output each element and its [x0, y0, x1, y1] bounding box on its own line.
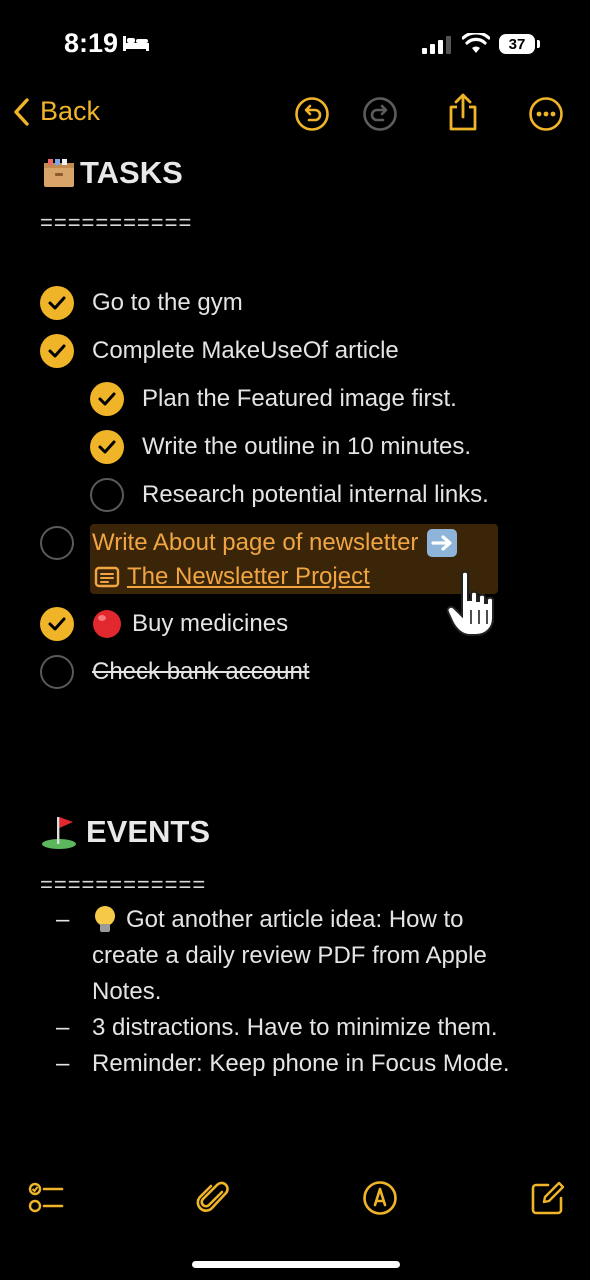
markup-pen-icon[interactable] [362, 1180, 398, 1216]
checklist-subitem[interactable]: Research potential internal links. [90, 478, 489, 512]
list-item-text: Reminder: Keep phone in Focus Mode. [92, 1050, 510, 1077]
unchecked-circle-icon[interactable] [90, 478, 124, 512]
checklist-item-label[interactable]: Plan the Featured image first. [142, 382, 457, 416]
checklist-icon[interactable] [28, 1180, 64, 1216]
tasks-heading-text: TASKS [80, 155, 183, 190]
checklist-item[interactable]: Complete MakeUseOf article [40, 334, 399, 368]
tasks-divider: =========== [40, 210, 193, 235]
note-link[interactable]: The Newsletter Project [127, 560, 370, 594]
checklist-item-linked[interactable]: Write About page of newsletter The Newsl… [40, 526, 458, 594]
events-heading: EVENTS [40, 814, 210, 850]
undo-icon[interactable] [294, 96, 330, 132]
battery-indicator: 37 [499, 34, 535, 54]
events-heading-text: EVENTS [86, 814, 211, 849]
checklist-item[interactable]: Buy medicines [40, 607, 288, 641]
checked-circle-icon[interactable] [40, 607, 74, 641]
checklist-item[interactable]: Check bank account [40, 655, 309, 689]
checklist-item-label[interactable]: Buy medicines [132, 607, 288, 641]
hand-pointer-cursor-icon [446, 570, 494, 636]
wifi-icon [462, 33, 490, 53]
unchecked-circle-icon[interactable] [40, 655, 74, 689]
light-bulb-emoji-icon [95, 906, 115, 932]
checklist-subitem[interactable]: Write the outline in 10 minutes. [90, 430, 471, 464]
compose-note-icon[interactable] [530, 1180, 566, 1216]
chevron-left-icon [14, 97, 29, 126]
list-item-text: Got another article idea: How to [126, 906, 464, 933]
redo-icon[interactable] [362, 96, 398, 132]
checked-circle-icon[interactable] [40, 334, 74, 368]
battery-tip [537, 40, 540, 48]
checklist-subitem[interactable]: Plan the Featured image first. [90, 382, 457, 416]
red-circle-emoji-icon [93, 610, 121, 638]
back-button[interactable]: Back [12, 96, 100, 127]
checked-circle-icon[interactable] [40, 286, 74, 320]
checklist-item-label[interactable]: Write About page of newsletter [92, 526, 418, 560]
list-item-text: 3 distractions. Have to minimize them. [92, 1014, 498, 1041]
dash-bullet: – [56, 1050, 70, 1077]
golf-flag-icon [42, 817, 76, 849]
back-label: Back [40, 96, 101, 126]
file-cabinet-icon [44, 159, 74, 187]
checklist-item-label[interactable]: Check bank account [92, 655, 309, 689]
share-icon[interactable] [446, 92, 480, 132]
list-item: – Got another article idea: How to creat… [56, 902, 487, 1010]
checklist-item-label[interactable]: Complete MakeUseOf article [92, 334, 399, 368]
list-item-text: Notes. [92, 978, 162, 1005]
dash-bullet: – [56, 906, 70, 933]
dash-bullet: – [56, 1014, 70, 1041]
status-time: 8:19 [64, 28, 119, 58]
checked-circle-icon[interactable] [90, 382, 124, 416]
tasks-heading: TASKS [42, 155, 183, 191]
checked-circle-icon[interactable] [90, 430, 124, 464]
list-item: – 3 distractions. Have to minimize them. [56, 1010, 497, 1046]
home-indicator [192, 1261, 400, 1268]
checklist-item[interactable]: Go to the gym [40, 286, 243, 320]
events-divider: ============ [40, 872, 207, 897]
checklist-item-label[interactable]: Write the outline in 10 minutes. [142, 430, 471, 464]
paperclip-icon[interactable] [196, 1180, 232, 1216]
list-item-text: create a daily review PDF from Apple [92, 942, 487, 969]
more-options-icon[interactable] [528, 96, 564, 132]
unchecked-circle-icon[interactable] [40, 526, 74, 560]
sleep-focus-icon [123, 36, 149, 51]
list-item: – Reminder: Keep phone in Focus Mode. [56, 1046, 510, 1082]
checklist-item-label[interactable]: Research potential internal links. [142, 478, 489, 512]
cellular-signal-icon [422, 36, 451, 54]
checklist-item-label[interactable]: Go to the gym [92, 286, 243, 320]
note-link-icon [94, 566, 120, 588]
right-arrow-emoji-icon [427, 529, 458, 557]
